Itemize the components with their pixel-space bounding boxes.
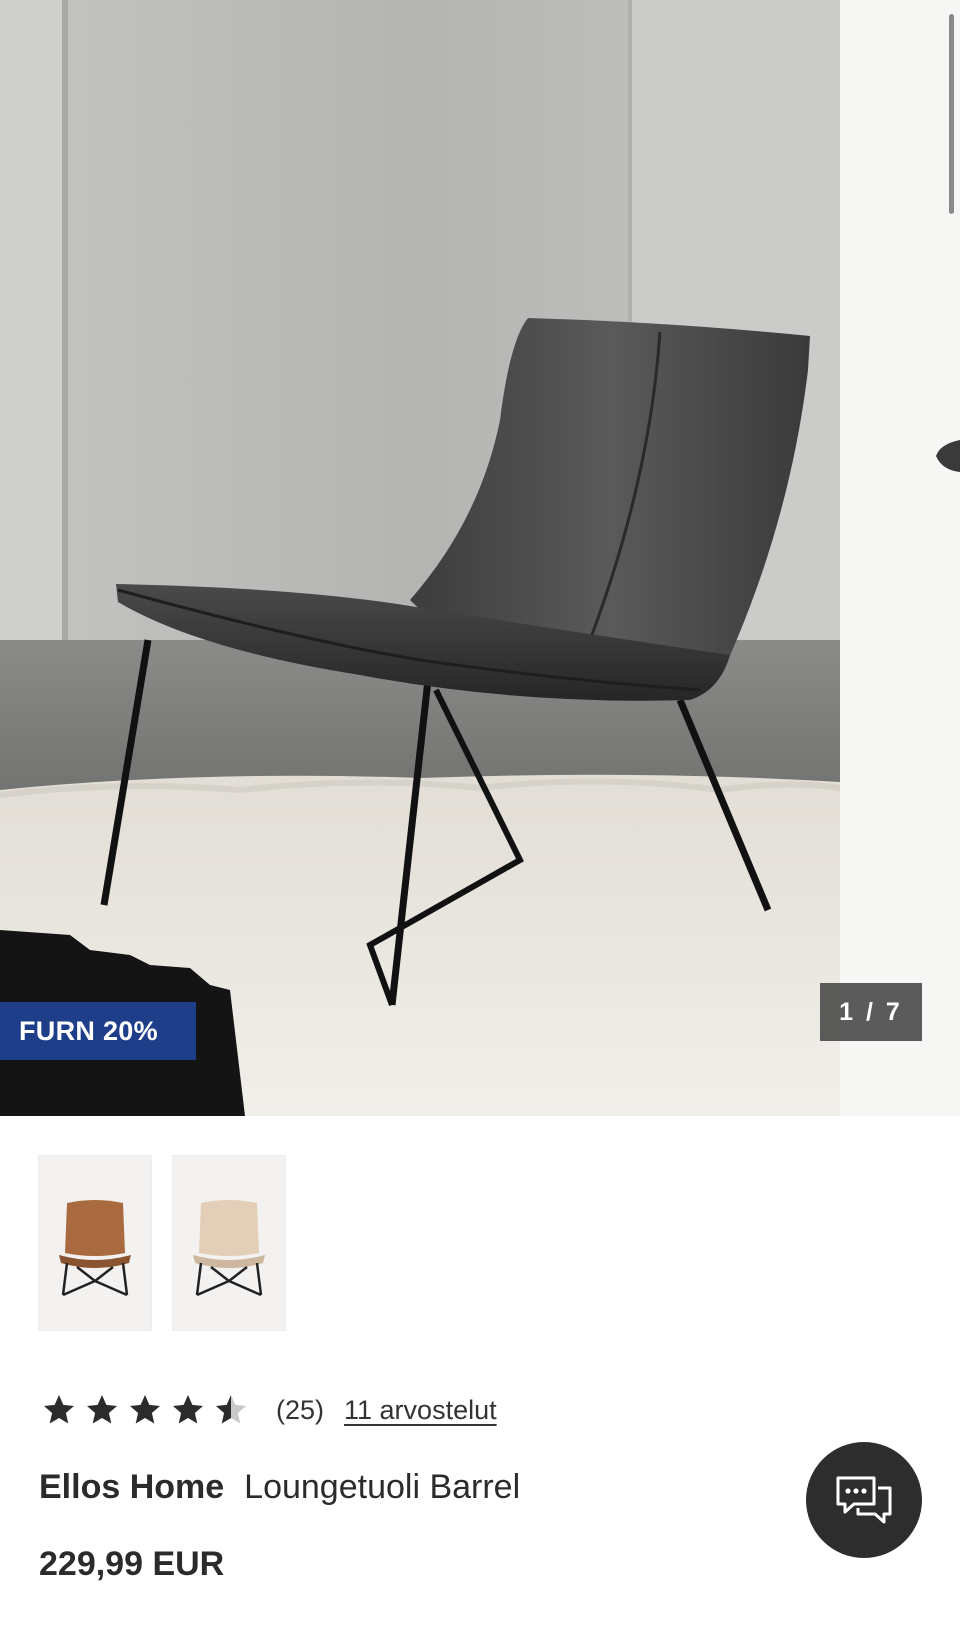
next-image-preview bbox=[936, 440, 960, 472]
next-image-peek[interactable] bbox=[840, 0, 960, 1116]
product-image-gallery[interactable]: FURN 20% 1 / 7 bbox=[0, 0, 960, 1116]
chair-photo bbox=[0, 0, 840, 1116]
image-counter: 1 / 7 bbox=[820, 983, 922, 1041]
star-full-icon bbox=[173, 1395, 203, 1424]
product-title: Ellos Home Loungetuoli Barrel bbox=[39, 1468, 520, 1507]
product-name: Loungetuoli Barrel bbox=[244, 1468, 521, 1506]
product-brand: Ellos Home bbox=[39, 1468, 225, 1506]
star-half-icon bbox=[216, 1395, 246, 1424]
cognac-chair-icon bbox=[59, 1200, 131, 1297]
star-full-icon bbox=[87, 1395, 117, 1424]
variant-thumbnail-beige[interactable] bbox=[172, 1155, 286, 1331]
rating-count: (25) bbox=[276, 1394, 325, 1425]
product-price: 229,99 EUR bbox=[39, 1545, 225, 1583]
variant-thumbnail-cognac[interactable] bbox=[38, 1155, 152, 1331]
chat-button[interactable] bbox=[806, 1442, 922, 1558]
beige-chair-icon bbox=[193, 1200, 265, 1297]
hero-product-image[interactable] bbox=[0, 0, 840, 1116]
reviews-link[interactable]: 11 arvostelut bbox=[344, 1395, 497, 1426]
variant-thumbnails bbox=[38, 1155, 286, 1331]
star-full-icon bbox=[44, 1395, 74, 1424]
star-full-icon bbox=[130, 1395, 160, 1424]
rating-stars bbox=[40, 1392, 250, 1428]
product-rating: (25) 11 arvostelut bbox=[40, 1390, 497, 1430]
gallery-scroll-indicator[interactable] bbox=[949, 14, 954, 214]
chat-bubbles-icon bbox=[836, 1476, 892, 1524]
discount-badge: FURN 20% bbox=[0, 1002, 196, 1060]
